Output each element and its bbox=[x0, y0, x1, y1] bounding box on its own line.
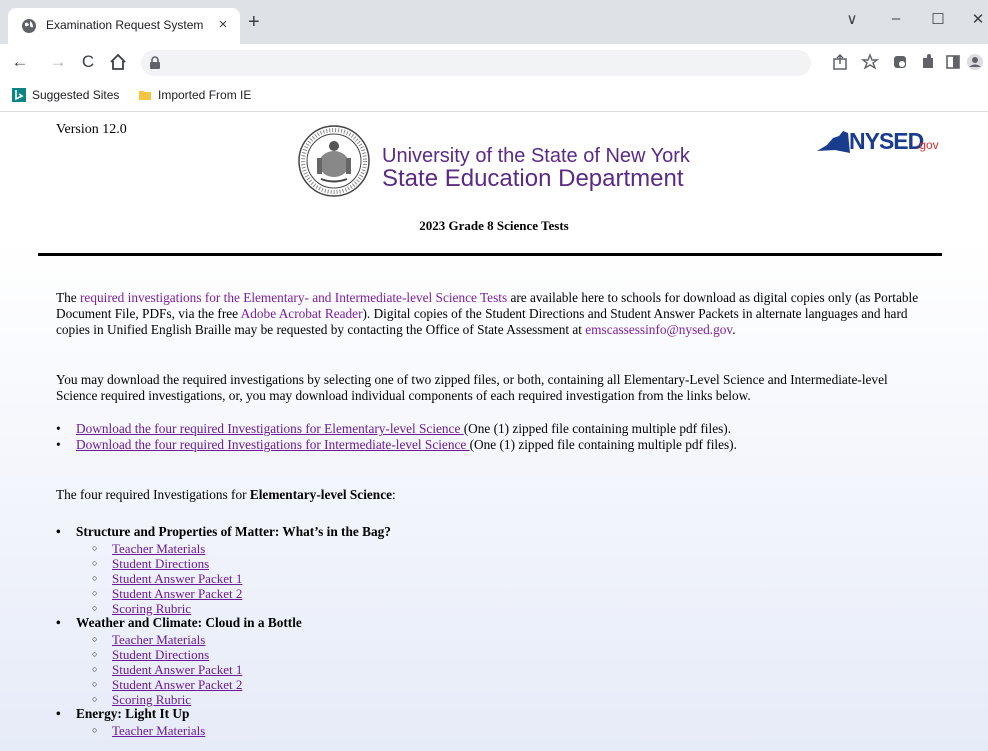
back-icon[interactable]: ← bbox=[10, 52, 30, 72]
tab-close-icon[interactable]: × bbox=[214, 16, 232, 33]
heading-bold: Elementary-level Science bbox=[249, 487, 393, 502]
extensions-puzzle-icon[interactable] bbox=[918, 52, 938, 72]
address-bar[interactable] bbox=[141, 50, 811, 76]
tab-search-icon[interactable]: ∨ bbox=[842, 10, 862, 28]
student-answer-packet-2-link[interactable]: Student Answer Packet 2 bbox=[112, 677, 242, 692]
download-instructions: You may download the required investigat… bbox=[56, 372, 888, 403]
list-item: ○ Teacher Materials bbox=[92, 723, 206, 738]
ny-state-shape-icon bbox=[817, 131, 850, 153]
nysed-logo-text: NYSED bbox=[849, 128, 924, 154]
intro-paragraph: The required investigations for the Elem… bbox=[56, 290, 926, 338]
tab-title: Examination Request System bbox=[46, 18, 204, 32]
side-panel-icon[interactable] bbox=[943, 52, 963, 72]
extension-app-icon[interactable] bbox=[890, 52, 910, 72]
heading-text: : bbox=[392, 487, 396, 502]
header-line-2: State Education Department bbox=[382, 165, 684, 192]
maximize-button[interactable]: ☐ bbox=[928, 10, 948, 28]
download-item-intermediate: • Download the four required Investigatio… bbox=[56, 437, 737, 452]
teacher-materials-link[interactable]: Teacher Materials bbox=[112, 632, 205, 647]
intro-text: The bbox=[56, 290, 80, 305]
home-icon[interactable] bbox=[108, 52, 128, 72]
download-note: (One (1) zipped file containing multiple… bbox=[469, 437, 737, 452]
nysed-logo-suffix: .gov bbox=[916, 138, 939, 152]
toolbar: ← → C bbox=[0, 44, 988, 81]
download-note: (One (1) zipped file containing multiple… bbox=[463, 421, 732, 436]
lock-icon bbox=[150, 56, 160, 69]
bookmarks-bar: Suggested Sites Imported From IE bbox=[0, 81, 988, 112]
teacher-materials-link[interactable]: Teacher Materials bbox=[112, 723, 205, 738]
share-icon[interactable] bbox=[830, 52, 850, 72]
student-answer-packet-2-link[interactable]: Student Answer Packet 2 bbox=[112, 586, 242, 601]
close-window-button[interactable]: ✕ bbox=[968, 10, 988, 28]
required-investigations-link[interactable]: required investigations for the Elementa… bbox=[80, 290, 507, 305]
page-content: Version 12.0 University of the State of … bbox=[0, 112, 988, 751]
scoring-rubric-link[interactable]: Scoring Rubric bbox=[112, 692, 191, 707]
browser-tab[interactable]: Examination Request System × bbox=[8, 8, 240, 44]
state-seal-logo bbox=[298, 125, 370, 197]
version-label: Version 12.0 bbox=[56, 122, 127, 137]
intro-text: . bbox=[732, 322, 736, 337]
bookmark-suggested-sites[interactable]: Suggested Sites bbox=[12, 87, 127, 105]
student-directions-link[interactable]: Student Directions bbox=[112, 556, 209, 571]
header-divider bbox=[38, 253, 942, 256]
bookmark-imported-from-ie[interactable]: Imported From IE bbox=[138, 87, 258, 105]
adobe-reader-link[interactable]: Adobe Acrobat Reader bbox=[241, 306, 363, 321]
bookmark-star-icon[interactable] bbox=[860, 52, 880, 72]
investigation-title: • Weather and Climate: Cloud in a Bottle bbox=[56, 615, 302, 630]
profile-avatar-icon[interactable] bbox=[965, 52, 985, 72]
address-input[interactable] bbox=[169, 53, 773, 75]
student-directions-link[interactable]: Student Directions bbox=[112, 647, 209, 662]
header-line-1: University of the State of New York bbox=[382, 145, 690, 167]
bing-icon bbox=[12, 88, 26, 102]
new-tab-button[interactable]: + bbox=[248, 12, 260, 32]
page-title: 2023 Grade 8 Science Tests bbox=[419, 218, 569, 233]
globe-icon bbox=[22, 19, 36, 33]
tab-strip: Examination Request System × + ∨ – ☐ ✕ bbox=[0, 0, 988, 44]
minimize-button[interactable]: – bbox=[886, 10, 906, 27]
investigation-title: • Structure and Properties of Matter: Wha… bbox=[56, 524, 391, 539]
folder-icon bbox=[139, 91, 151, 100]
download-intermediate-link[interactable]: Download the four required Investigation… bbox=[76, 437, 470, 452]
heading-text: The four required Investigations for bbox=[56, 487, 250, 502]
investigation-title: • Energy: Light It Up bbox=[56, 706, 190, 721]
bookmark-label: Imported From IE bbox=[158, 88, 252, 102]
forward-icon[interactable]: → bbox=[48, 52, 68, 72]
student-answer-packet-1-link[interactable]: Student Answer Packet 1 bbox=[112, 571, 242, 586]
scoring-rubric-link[interactable]: Scoring Rubric bbox=[112, 601, 191, 616]
elementary-heading: The four required Investigations for Ele… bbox=[56, 487, 926, 503]
investigation-title-text: Energy: Light It Up bbox=[76, 706, 190, 721]
reload-icon[interactable]: C bbox=[78, 52, 98, 72]
download-elementary-link[interactable]: Download the four required Investigation… bbox=[76, 421, 464, 436]
investigation-title-text: Weather and Climate: Cloud in a Bottle bbox=[76, 615, 302, 630]
email-link[interactable]: emscassessinfo@nysed.gov bbox=[585, 322, 732, 337]
student-answer-packet-1-link[interactable]: Student Answer Packet 1 bbox=[112, 662, 242, 677]
teacher-materials-link[interactable]: Teacher Materials bbox=[112, 541, 205, 556]
download-item-elementary: • Download the four required Investigatio… bbox=[56, 421, 732, 436]
bookmark-label: Suggested Sites bbox=[32, 88, 120, 102]
investigation-title-text: Structure and Properties of Matter: What… bbox=[76, 524, 391, 539]
nysed-logo[interactable]: NYSED .gov bbox=[815, 126, 939, 158]
